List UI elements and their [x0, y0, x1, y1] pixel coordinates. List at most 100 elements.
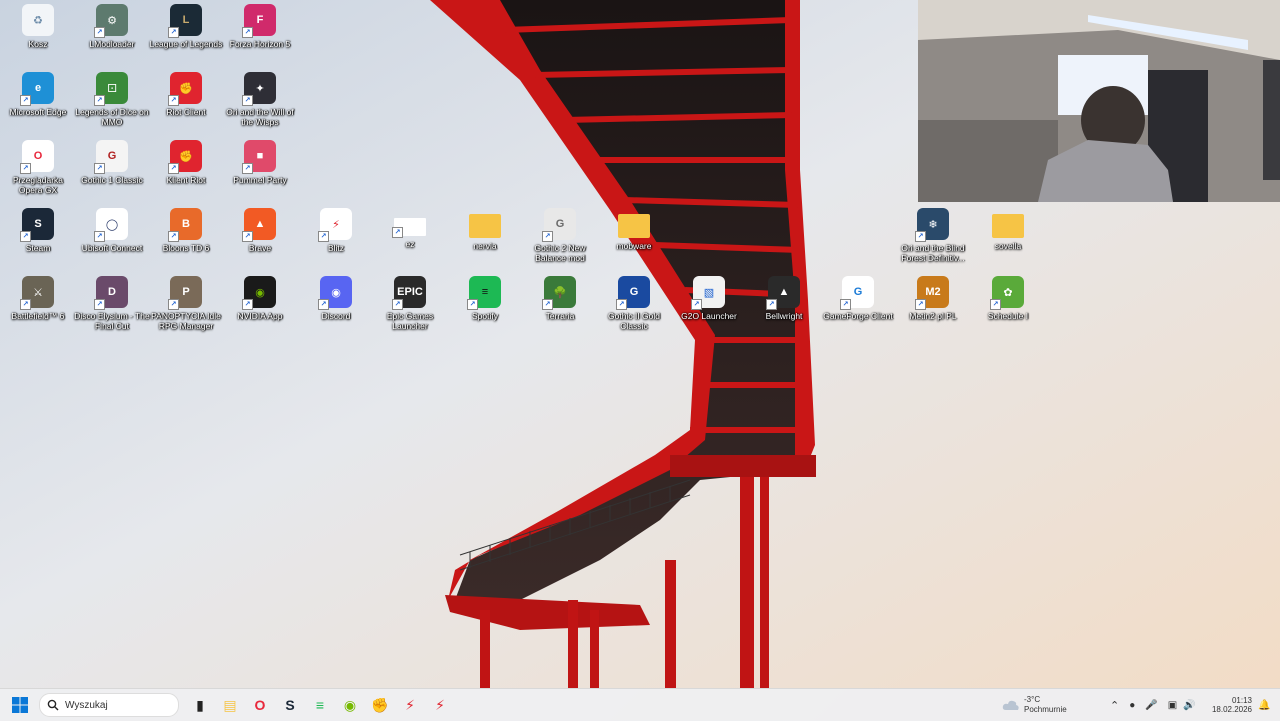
volume-icon[interactable]: 🔊	[1183, 700, 1195, 711]
desktop-icon[interactable]: ⚀ ↗ Legends of Dice on MMO	[74, 68, 150, 134]
discord-icon: ◉ ↗	[318, 276, 352, 310]
desktop-icon[interactable]: G ↗ Gothic II Gold Classic	[596, 272, 672, 338]
desktop-icon[interactable]: ▧ ↗ G2O Launcher	[671, 272, 747, 338]
desktop-icon[interactable]: sovella	[970, 204, 1046, 270]
desktop-icon[interactable]: ✿ ↗ Schedule I	[970, 272, 1046, 338]
desktop-icon[interactable]: nervia	[447, 204, 523, 270]
blitz-icon: ⚡	[405, 696, 415, 713]
desktop-icon[interactable]: ❄ ↗ Ori and the Blind Forest Definitiv...	[895, 204, 971, 270]
desktop-icon-label: Ori and the Will of the Wisps	[226, 107, 294, 127]
nvidia-icon: ◉ ↗	[242, 276, 276, 310]
bloons-td6-icon: B ↗	[168, 208, 202, 242]
desktop-icon[interactable]: B ↗ Bloons TD 6	[148, 204, 224, 270]
notification-bell-icon[interactable]: 🔔	[1258, 689, 1270, 721]
desktop-icon-label: Klient Riot	[166, 175, 206, 185]
desktop-icon-label: Microsoft Edge	[9, 107, 67, 117]
taskbar-app-button[interactable]: ▮	[186, 691, 214, 719]
desktop-icon[interactable]: ▲ ↗ Brave	[222, 204, 298, 270]
league-of-legends-icon: L ↗	[168, 4, 202, 38]
shortcut-arrow-icon: ↗	[168, 299, 179, 310]
taskbar-app-button[interactable]: ✊	[366, 691, 394, 719]
desktop-icon[interactable]: ↗ ez	[372, 204, 448, 270]
desktop-icon[interactable]: ✊ ↗ Klient Riot	[148, 136, 224, 202]
desktop-icon[interactable]: 🌳 ↗ Terraria	[522, 272, 598, 338]
taskbar-search-input[interactable]: Wyszukaj	[39, 693, 179, 717]
desktop-icon[interactable]: D ↗ Disco Elysium - The Final Cut	[74, 272, 150, 338]
weather-description: Pochmurnie	[1024, 705, 1067, 714]
desktop-icon-label: Ubisoft Connect	[81, 243, 143, 253]
taskbar-app-button[interactable]: O	[246, 691, 274, 719]
shortcut-arrow-icon: ↗	[20, 231, 31, 242]
folder-icon	[618, 214, 650, 238]
desktop-icon[interactable]: ◉ ↗ NVIDIA App	[222, 272, 298, 338]
shortcut-arrow-icon: ↗	[318, 299, 329, 310]
shortcut-arrow-icon: ↗	[766, 299, 777, 310]
taskbar-app-button[interactable]: ▤	[216, 691, 244, 719]
desktop-icon[interactable]: ⚙ ↗ LModloader	[74, 0, 150, 66]
desktop-icon-label: Forza Horizon 5	[229, 39, 291, 49]
shortcut-arrow-icon: ↗	[392, 299, 403, 310]
clock-time: 01:13	[1231, 696, 1252, 705]
desktop-icon-label: Brave	[248, 243, 272, 253]
folder-icon	[469, 214, 501, 238]
shortcut-arrow-icon: ↗	[168, 163, 179, 174]
forza-horizon-icon: F ↗	[242, 4, 276, 38]
cloud-icon	[1002, 700, 1019, 710]
desktop-icon[interactable]: L ↗ League of Legends	[148, 0, 224, 66]
weather-widget[interactable]: -3°C Pochmurnie	[1002, 689, 1067, 721]
desktop-icon[interactable]: P ↗ PANOPTYCIA Idle RPG Manager	[148, 272, 224, 338]
microphone-icon[interactable]: 🎤	[1145, 700, 1157, 711]
spotify-icon: ≡	[315, 697, 325, 713]
desktop-icon[interactable]: ✦ ↗ Ori and the Will of the Wisps	[222, 68, 298, 134]
desktop-icon-label: Bellwright	[765, 311, 803, 321]
weather-temperature: -3°C	[1024, 695, 1041, 704]
desktop-icon[interactable]: O ↗ Przeglądarka Opera GX	[0, 136, 76, 202]
taskbar-app-button[interactable]: ≡	[306, 691, 334, 719]
desktop-icon[interactable]: ✊ ↗ Riot Client	[148, 68, 224, 134]
file-explorer-icon: ▤	[223, 696, 237, 713]
gothic-2-icon: G ↗	[542, 208, 576, 242]
opera-gx-icon: O ↗	[20, 140, 54, 174]
shortcut-arrow-icon: ↗	[168, 95, 179, 106]
desktop-icon[interactable]: mobware	[596, 204, 672, 270]
taskbar-app-button[interactable]: S	[276, 691, 304, 719]
desktop-icon[interactable]: ▲ ↗ Bellwright	[746, 272, 822, 338]
search-icon	[47, 699, 59, 711]
shortcut-arrow-icon: ↗	[242, 95, 253, 106]
desktop-icon[interactable]: F ↗ Forza Horizon 5	[222, 0, 298, 66]
search-placeholder: Wyszukaj	[65, 699, 108, 711]
desktop-icon[interactable]: S ↗ Steam	[0, 204, 76, 270]
desktop-icon[interactable]: G ↗ GameForge Client	[820, 272, 896, 338]
network-icon[interactable]: ▣	[1168, 700, 1177, 711]
chevron-up-icon[interactable]: ⌃	[1110, 699, 1119, 712]
taskbar-app-button[interactable]: ◉	[336, 691, 364, 719]
desktop-icon[interactable]: ◯ ↗ Ubisoft Connect	[74, 204, 150, 270]
edge-icon: e ↗	[20, 72, 54, 106]
shortcut-arrow-icon: ↗	[94, 95, 105, 106]
terraria-icon: 🌳 ↗	[542, 276, 576, 310]
shortcut-arrow-icon: ↗	[616, 299, 627, 310]
shortcut-arrow-icon: ↗	[915, 231, 926, 242]
shield-icon[interactable]: ●	[1129, 700, 1135, 711]
desktop-icon[interactable]: ≡ ↗ Spotify	[447, 272, 523, 338]
taskbar-app-button[interactable]: ⚡	[426, 691, 454, 719]
desktop-icon[interactable]: EPIC ↗ Epic Games Launcher	[372, 272, 448, 338]
desktop-icon-label: Schedule I	[987, 311, 1029, 321]
blitz-icon: ⚡	[435, 696, 445, 713]
desktop-icon[interactable]: G ↗ Gothic 1 Classic	[74, 136, 150, 202]
desktop-icon[interactable]: ♻ Kosz	[0, 0, 76, 66]
desktop-icon[interactable]: M2 ↗ Metin2 pl PL	[895, 272, 971, 338]
desktop-icon[interactable]: G ↗ Gothic 2 New Balance mod	[522, 204, 598, 270]
desktop-icon[interactable]: ■ ↗ Pummel Party	[222, 136, 298, 202]
taskbar-app-button[interactable]: ⚡	[396, 691, 424, 719]
desktop-icon[interactable]: e ↗ Microsoft Edge	[0, 68, 76, 134]
desktop-icon-label: nervia	[473, 241, 497, 251]
desktop-icon[interactable]: ◉ ↗ Discord	[298, 272, 374, 338]
webcam-overlay	[918, 0, 1280, 202]
clock-date: 18.02.2026	[1211, 705, 1252, 714]
desktop-icon[interactable]: ⚡ ↗ Blitz	[298, 204, 374, 270]
modloader-icon: ⚙ ↗	[94, 4, 128, 38]
start-button[interactable]	[6, 691, 34, 719]
clock[interactable]: 01:13 18.02.2026	[1210, 689, 1252, 721]
desktop-icon[interactable]: ⚔ ↗ Battlefield™ 6	[0, 272, 76, 338]
